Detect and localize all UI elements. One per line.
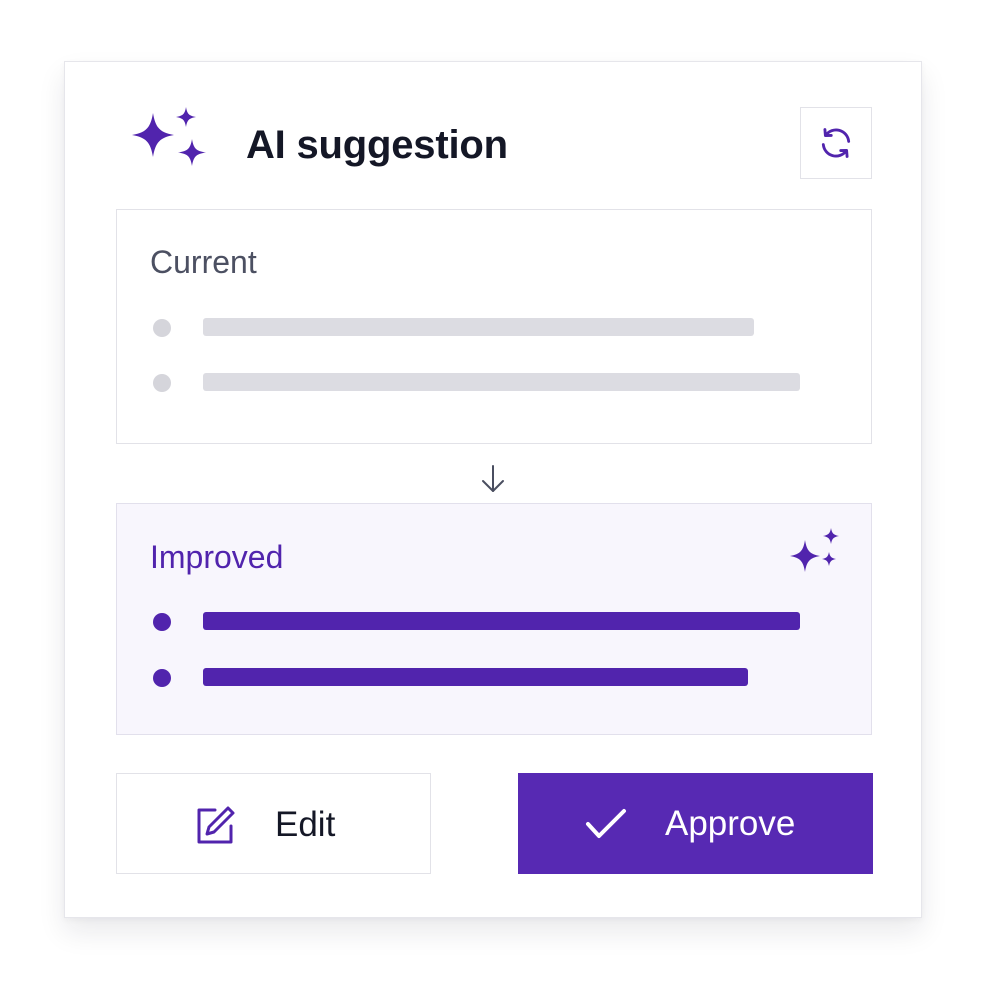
improved-text-line bbox=[203, 612, 800, 630]
improved-text-line bbox=[203, 668, 748, 686]
arrow-down-icon bbox=[482, 465, 504, 492]
check-icon bbox=[586, 809, 626, 838]
bullet-dot bbox=[153, 374, 171, 392]
placeholder-text-line bbox=[203, 373, 800, 391]
approve-button[interactable]: Approve bbox=[518, 773, 873, 874]
refresh-button[interactable] bbox=[800, 107, 872, 179]
improved-label: Improved bbox=[150, 539, 284, 575]
bullet-dot bbox=[153, 613, 171, 631]
edit-icon bbox=[197, 806, 235, 844]
current-panel: Current bbox=[116, 209, 872, 444]
bullet-dot bbox=[153, 669, 171, 687]
edit-button[interactable]: Edit bbox=[116, 773, 431, 874]
current-label: Current bbox=[150, 244, 257, 280]
sparkles-icon bbox=[790, 528, 839, 572]
page-title: AI suggestion bbox=[246, 123, 508, 167]
bullet-dot bbox=[153, 319, 171, 337]
sparkles-icon bbox=[132, 107, 206, 166]
refresh-icon bbox=[821, 128, 851, 158]
placeholder-text-line bbox=[203, 318, 754, 336]
approve-label: Approve bbox=[665, 804, 796, 843]
improved-panel: Improved bbox=[116, 503, 872, 735]
edit-label: Edit bbox=[275, 805, 336, 844]
